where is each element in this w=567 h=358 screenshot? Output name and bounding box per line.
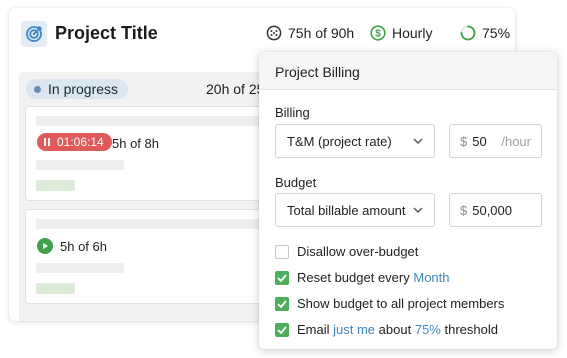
target-icon [21, 21, 47, 47]
progress-ring-icon [460, 25, 476, 41]
billing-select[interactable]: T&M (project rate) [275, 124, 435, 158]
option-show-budget[interactable]: Show budget to all project members [275, 296, 504, 311]
task-tag [36, 283, 75, 294]
rate-input[interactable]: $ 50 /hour [449, 124, 542, 158]
task-subtitle-placeholder [36, 160, 124, 170]
task-hours: 5h of 8h [112, 136, 159, 151]
option-label: about [378, 322, 412, 337]
checkmark-icon [277, 299, 287, 308]
task-title-placeholder [36, 116, 276, 126]
option-label: Reset budget every [297, 270, 410, 285]
task-card[interactable]: 01:06:14 5h of 8h [25, 106, 283, 201]
checkmark-icon [277, 325, 287, 334]
play-icon [43, 243, 48, 249]
option-disallow-over-budget[interactable]: Disallow over-budget [275, 244, 418, 259]
pause-icon [44, 138, 52, 146]
email-recipient-link[interactable]: just me [333, 322, 375, 337]
column-hours-total: 20h of 25 [206, 81, 265, 97]
timer-value: 01:06:14 [57, 135, 104, 149]
chevron-down-icon [413, 138, 423, 144]
svg-text:$: $ [375, 29, 381, 40]
task-title-placeholder [36, 219, 276, 229]
option-label: Email [297, 322, 330, 337]
option-label: threshold [444, 322, 498, 337]
option-reset-budget[interactable]: Reset budget every Month [275, 270, 450, 285]
task-hours: 5h of 6h [60, 239, 107, 254]
billing-panel: Project Billing Billing T&M (project rat… [259, 52, 557, 349]
status-label: In progress [48, 81, 119, 97]
option-label: Disallow over-budget [297, 244, 419, 259]
option-label: Show budget to all project members [297, 296, 505, 311]
checkmark-icon [277, 273, 287, 282]
project-title: Project Title [55, 23, 158, 43]
billing-type-label: Hourly [392, 25, 433, 41]
billing-panel-header: Project Billing [259, 52, 557, 90]
rate-unit: /hour [501, 133, 531, 149]
budget-currency: $ [460, 202, 468, 218]
billing-label: Billing [275, 105, 310, 120]
rate-value: 50 [472, 133, 487, 149]
checkbox-unchecked[interactable] [275, 244, 289, 259]
task-card[interactable]: 5h of 6h [25, 209, 283, 304]
billing-select-value: T&M (project rate) [287, 133, 392, 149]
budget-select-value: Total billable amount [287, 202, 406, 218]
checkbox-checked[interactable] [275, 322, 289, 337]
stopwatch-icon [266, 25, 282, 41]
budget-label: Budget [275, 175, 317, 190]
option-email-threshold[interactable]: Email just me about 75% threshold [275, 322, 498, 337]
reset-period-link[interactable]: Month [413, 270, 449, 285]
checkbox-checked[interactable] [275, 296, 289, 311]
progress-label: 75% [482, 25, 511, 41]
dollar-circle-icon: $ [370, 25, 386, 41]
threshold-link[interactable]: 75% [415, 322, 441, 337]
billing-panel-title: Project Billing [275, 64, 360, 80]
task-tag [36, 180, 75, 191]
time-tracked-label: 75h of 90h [288, 25, 355, 41]
budget-select[interactable]: Total billable amount [275, 193, 435, 227]
status-dot [34, 85, 41, 93]
budget-amount: 50,000 [472, 202, 512, 218]
budget-amount-input[interactable]: $ 50,000 [449, 193, 542, 227]
billing-type: $ Hourly [370, 25, 432, 41]
task-subtitle-placeholder [36, 263, 124, 273]
timer-button[interactable]: 01:06:14 [37, 133, 112, 151]
rate-currency: $ [460, 133, 468, 149]
play-button[interactable] [37, 238, 53, 254]
time-tracked: 75h of 90h [266, 25, 354, 41]
chevron-down-icon [413, 207, 423, 213]
checkbox-checked[interactable] [275, 270, 289, 285]
project-progress: 75% [460, 25, 510, 41]
status-badge[interactable]: In progress [26, 79, 129, 99]
